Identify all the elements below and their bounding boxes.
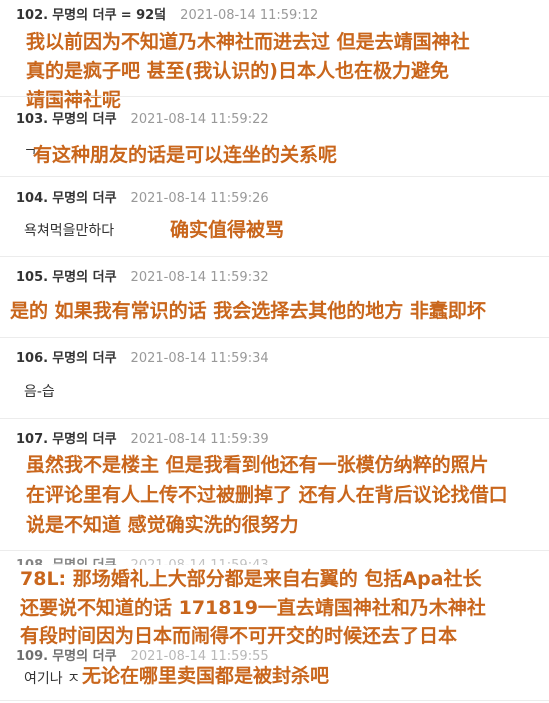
divider xyxy=(0,256,549,257)
translation-line: 无论在哪里卖国都是被封杀吧 xyxy=(82,662,330,691)
divider xyxy=(0,418,549,419)
comment-number: 103. xyxy=(16,112,49,127)
comment-timestamp: 2021-08-14 11:59:26 xyxy=(130,191,269,206)
comment-author[interactable]: 무명의 더쿠 xyxy=(52,112,116,127)
translation-line: 在评论里有人上传不过被删掉了 还有人在背后议论找借口 xyxy=(26,484,508,506)
comment-header: 105. 무명의 더쿠 2021-08-14 11:59:32 xyxy=(16,266,269,285)
comment-number: 104. xyxy=(16,191,49,206)
translation-line: 78L: 那场婚礼上大部分都是来自右翼的 包括Apa社长 xyxy=(20,568,482,590)
comment-author[interactable]: 무명의 더쿠 xyxy=(52,8,116,23)
comment-timestamp: 2021-08-14 11:59:32 xyxy=(130,270,269,285)
translation-line: 是的 如果我有常识的话 我会选择去其他的地方 非蠢即坏 xyxy=(10,300,486,322)
divider xyxy=(0,550,549,551)
comment-header: 107. 무명의 더쿠 2021-08-14 11:59:39 xyxy=(16,428,269,447)
comment-body: 음-습 xyxy=(24,384,55,400)
translation-line: 虽然我不是楼主 但是我看到他还有一张模仿纳粹的照片 xyxy=(26,454,489,476)
comment-author[interactable]: 무명의 더쿠 xyxy=(52,191,116,206)
divider xyxy=(0,96,549,97)
comment-header: 102. 무명의 더쿠 = 92덬 2021-08-14 11:59:12 xyxy=(16,4,318,23)
comment-timestamp: 2021-08-14 11:59:22 xyxy=(130,112,269,127)
comment-number: 106. xyxy=(16,351,49,366)
translation-line: 说是不知道 感觉确实洗的很努力 xyxy=(26,514,299,536)
comment-author[interactable]: 무명의 더쿠 xyxy=(52,270,116,285)
comment-number: 105. xyxy=(16,270,49,285)
divider xyxy=(0,337,549,338)
comment-timestamp: 2021-08-14 11:59:12 xyxy=(180,8,319,23)
comment-thread: 102. 무명의 더쿠 = 92덬 2021-08-14 11:59:12 我以前… xyxy=(0,0,549,703)
translation-line: 真的是疯子吧 甚至(我认识的)日本人也在极力避免 xyxy=(26,60,449,82)
comment-number: 109. xyxy=(16,649,49,664)
comment-tag: = 92덬 xyxy=(120,8,167,23)
comment-body: 욕쳐먹을만하다 xyxy=(24,223,115,239)
divider xyxy=(0,176,549,177)
translation-line: 确实值得被骂 xyxy=(170,219,285,241)
comment-header: 106. 무명의 더쿠 2021-08-14 11:59:34 xyxy=(16,347,269,366)
comment-author[interactable]: 무명의 더쿠 xyxy=(52,432,116,447)
comment-header: 104. 무명의 더쿠 2021-08-14 11:59:26 xyxy=(16,187,269,206)
comment-header: 103. 무명의 더쿠 2021-08-14 11:59:22 xyxy=(16,108,269,127)
divider xyxy=(0,700,549,701)
comment-timestamp: 2021-08-14 11:59:34 xyxy=(130,351,269,366)
translation-line: 有这种朋友的话是可以连坐的关系呢 xyxy=(33,144,338,166)
comment-body: 여기나 ㅈ xyxy=(24,671,80,687)
comment-number: 107. xyxy=(16,432,49,447)
comment-timestamp: 2021-08-14 11:59:39 xyxy=(130,432,269,447)
comment-number: 102. xyxy=(16,8,49,23)
translation-line: 还要说不知道的话 171819一直去靖国神社和乃木神社 xyxy=(20,597,486,619)
translation-line: 我以前因为不知道乃木神社而进去过 但是去靖国神社 xyxy=(26,31,470,53)
comment-author[interactable]: 무명의 더쿠 xyxy=(52,351,116,366)
